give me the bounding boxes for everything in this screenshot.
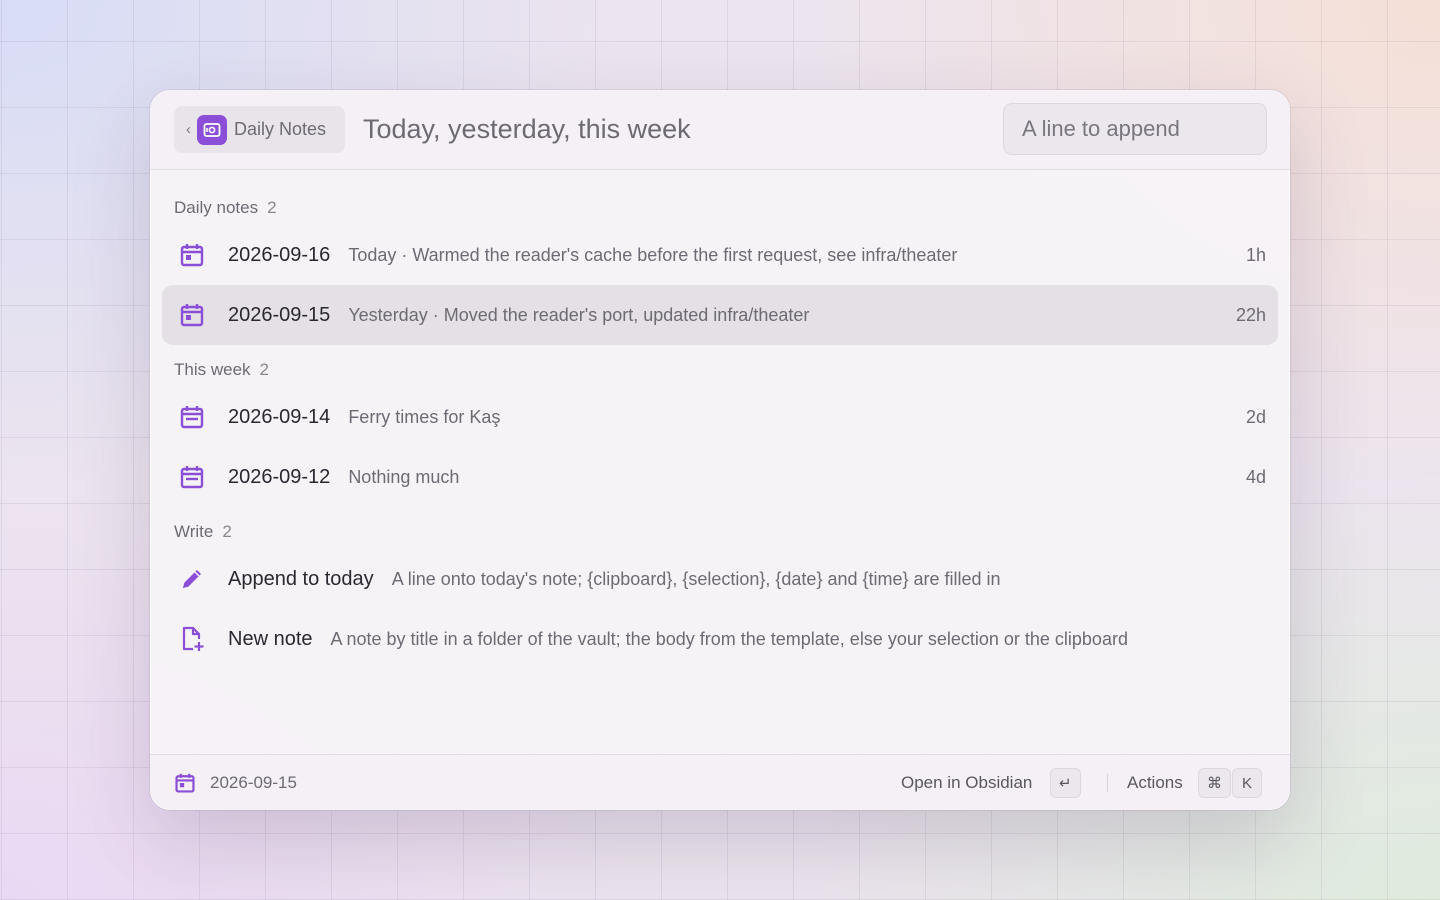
section-title: Write (174, 522, 214, 541)
item-age: 2d (1245, 406, 1266, 427)
item-subtitle: Nothing much (348, 466, 460, 487)
item-title: New note (228, 627, 313, 650)
item-subtitle: A note by title in a folder of the vault… (330, 628, 1128, 649)
item-age: 4d (1245, 466, 1266, 487)
extension-name: Daily Notes (234, 119, 327, 139)
list-item-append-to-today[interactable]: Append to today A line onto today's note… (162, 549, 1278, 609)
section-title: This week (174, 360, 251, 379)
section-count: 2 (267, 198, 277, 217)
item-title: Append to today (228, 567, 374, 590)
k-key: K (1232, 768, 1262, 798)
calendar-icon (174, 459, 210, 495)
open-in-obsidian-button[interactable]: Open in Obsidian (901, 773, 1032, 793)
item-subtitle: Ferry times for Kaş (348, 406, 501, 427)
divider (1107, 774, 1108, 792)
section-header-daily-notes: Daily notes 2 (174, 198, 277, 218)
actions-button[interactable]: Actions (1127, 773, 1183, 793)
command-key-icon: ⌘ (1198, 768, 1231, 798)
section-count: 2 (222, 522, 232, 541)
item-title: 2026-09-15 (228, 303, 331, 326)
section-count: 2 (259, 360, 269, 379)
item-title: 2026-09-16 (228, 243, 331, 266)
section-title: Daily notes (174, 198, 259, 217)
new-file-icon (174, 621, 210, 657)
selected-item-label: 2026-09-15 (210, 773, 297, 792)
pencil-icon (174, 561, 210, 597)
list-item[interactable]: 2026-09-12 Nothing much 4d (162, 447, 1278, 507)
item-subtitle: Today · Warmed the reader's cache before… (348, 244, 958, 265)
item-title: 2026-09-12 (228, 465, 331, 488)
search-query[interactable]: Today, yesterday, this week (363, 114, 691, 145)
list-item[interactable]: 2026-09-16 Today · Warmed the reader's c… (162, 225, 1278, 285)
item-subtitle: A line onto today's note; {clipboard}, {… (391, 568, 1001, 589)
obsidian-vault-icon (197, 114, 227, 145)
calendar-icon (174, 399, 210, 435)
item-age: 1h (1245, 244, 1266, 265)
item-subtitle: Yesterday · Moved the reader's port, upd… (348, 304, 810, 325)
append-line-input[interactable] (1003, 103, 1267, 155)
list-item-new-note[interactable]: New note A note by title in a folder of … (162, 609, 1278, 669)
action-bar: 2026-09-15 Open in Obsidian ↵ Actions ⌘ … (150, 754, 1290, 810)
launcher-window: ‹ Daily Notes Today, yesterday, this wee… (150, 90, 1290, 810)
list-item-selected[interactable]: 2026-09-15 Yesterday · Moved the reader'… (162, 285, 1278, 345)
list-item[interactable]: 2026-09-14 Ferry times for Kaş 2d (162, 387, 1278, 447)
back-breadcrumb[interactable]: ‹ Daily Notes (174, 106, 345, 153)
calendar-icon (174, 237, 210, 273)
calendar-icon (174, 297, 210, 333)
search-bar: ‹ Daily Notes Today, yesterday, this wee… (150, 90, 1290, 170)
item-age: 22h (1235, 304, 1266, 325)
chevron-left-icon[interactable]: ‹ (186, 121, 191, 138)
item-title: 2026-09-14 (228, 405, 331, 428)
calendar-icon (174, 772, 196, 799)
section-header-write: Write 2 (174, 522, 232, 542)
section-header-this-week: This week 2 (174, 360, 269, 380)
enter-key-icon: ↵ (1050, 768, 1081, 798)
